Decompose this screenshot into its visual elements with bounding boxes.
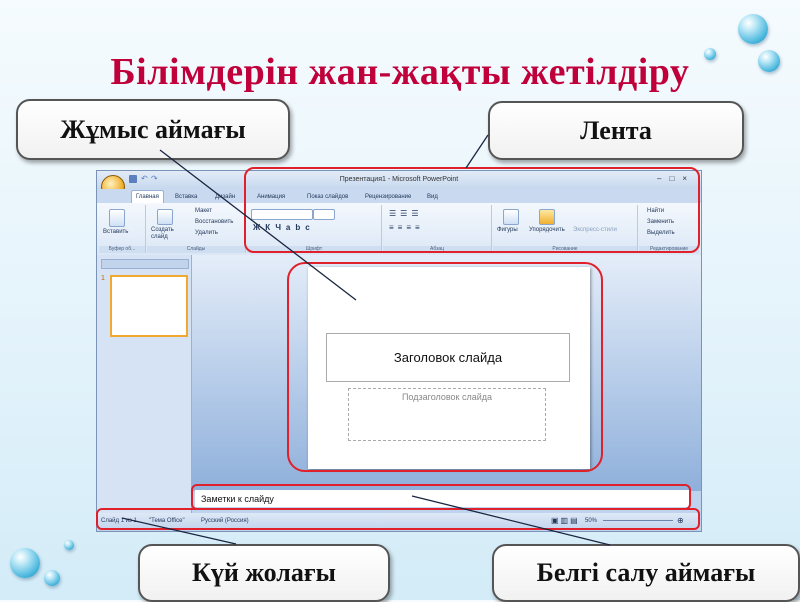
pointer-line-work-area <box>159 149 357 301</box>
pointer-line-ribbon <box>465 134 489 169</box>
pointer-lines <box>121 134 611 546</box>
pointer-line-status-bar <box>121 517 237 545</box>
pointer-line-notes <box>411 495 611 546</box>
